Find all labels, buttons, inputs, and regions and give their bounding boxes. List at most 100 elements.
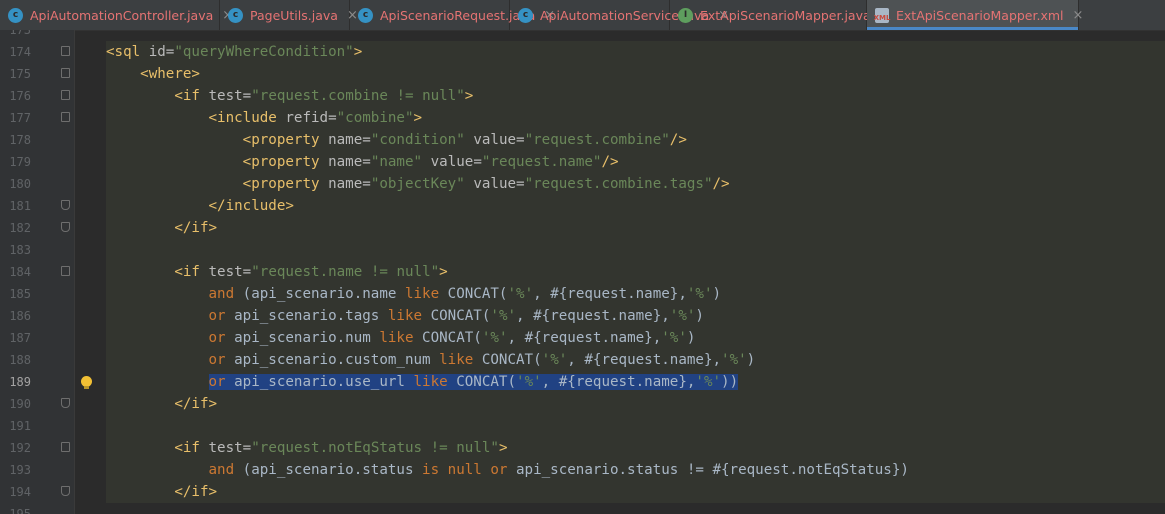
- fold-close-icon[interactable]: [61, 222, 70, 232]
- code-line[interactable]: 190 </if>: [0, 393, 1165, 415]
- code-text: or api_scenario.tags like CONCAT('%', #{…: [106, 305, 704, 327]
- code-line[interactable]: 194 </if>: [0, 481, 1165, 503]
- code-line[interactable]: 187 or api_scenario.num like CONCAT('%',…: [0, 327, 1165, 349]
- token-str: '%': [507, 286, 534, 302]
- code-line[interactable]: 173: [0, 30, 1165, 41]
- code-line[interactable]: 186 or api_scenario.tags like CONCAT('%'…: [0, 305, 1165, 327]
- code-text: <include refid="combine">: [106, 107, 423, 129]
- code-line[interactable]: 184 <if test="request.name != null">: [0, 261, 1165, 283]
- line-number: 193: [9, 463, 31, 477]
- token-attr: value=: [473, 132, 525, 148]
- code-line[interactable]: 178 <property name="condition" value="re…: [0, 129, 1165, 151]
- token-str: "request.combine.tags": [524, 176, 713, 192]
- fold-close-icon[interactable]: [61, 398, 70, 408]
- token-kw: or: [208, 308, 226, 324]
- line-number: 173: [9, 30, 31, 37]
- line-number: 195: [9, 507, 31, 514]
- code-line[interactable]: 189 or api_scenario.use_url like CONCAT(…: [0, 371, 1165, 393]
- code-text: or api_scenario.use_url like CONCAT('%',…: [106, 371, 739, 393]
- tab-pageutils-java[interactable]: c PageUtils.java ×: [220, 0, 358, 30]
- token-text: ): [695, 308, 704, 324]
- code-line[interactable]: 176 <if test="request.combine != null">: [0, 85, 1165, 107]
- tab-apiautomationservice-java[interactable]: c ApiAutomationService.java ×: [510, 0, 729, 30]
- fold-open-icon[interactable]: [61, 46, 70, 56]
- token-str: "objectKey": [370, 176, 465, 192]
- line-number: 174: [9, 45, 31, 59]
- code-text: and (api_scenario.status is null or api_…: [106, 459, 909, 481]
- token-tag: />: [712, 176, 730, 192]
- token-text: ): [712, 286, 722, 302]
- code-line[interactable]: 191: [0, 415, 1165, 437]
- token-text: , #{request.name},: [533, 286, 687, 302]
- token-str: '%': [516, 374, 542, 390]
- fold-open-icon[interactable]: [61, 90, 70, 100]
- tab-extapiscenariomapper-java[interactable]: IExtApiScenarioMapper.java×: [670, 0, 891, 30]
- token-tag: <include: [208, 110, 286, 126]
- code-line[interactable]: 177 <include refid="combine">: [0, 107, 1165, 129]
- code-line[interactable]: 174 <sql id="queryWhereCondition">: [0, 41, 1165, 63]
- token-attr: test=: [208, 440, 252, 456]
- code-line[interactable]: 180 <property name="objectKey" value="re…: [0, 173, 1165, 195]
- code-line[interactable]: 193 and (api_scenario.status is null or …: [0, 459, 1165, 481]
- token-kw: is null or: [422, 462, 508, 478]
- code-text: </if>: [106, 217, 217, 239]
- token-text: CONCAT(: [447, 374, 517, 390]
- tab-apiscenariorequest-java[interactable]: c ApiScenarioRequest.java ×: [350, 0, 555, 30]
- code-text: </include>: [106, 195, 294, 217]
- line-number: 190: [9, 397, 31, 411]
- fold-open-icon[interactable]: [61, 68, 70, 78]
- token-kw: like: [387, 308, 423, 324]
- xml-file-icon: XML: [874, 7, 890, 23]
- token-kw: like: [439, 352, 474, 368]
- code-line[interactable]: 185 and (api_scenario.name like CONCAT('…: [0, 283, 1165, 305]
- fold-open-icon[interactable]: [61, 442, 70, 452]
- token-attr: refid=: [285, 110, 337, 126]
- close-icon[interactable]: ×: [1073, 8, 1084, 23]
- code-line[interactable]: 175 <where>: [0, 63, 1165, 85]
- token-attr: id=: [148, 44, 175, 60]
- fold-close-icon[interactable]: [61, 200, 70, 210]
- code-line[interactable]: 182 </if>: [0, 217, 1165, 239]
- token-str: '%': [695, 374, 722, 390]
- token-text: (api_scenario.status: [234, 462, 423, 478]
- code-line[interactable]: 188 or api_scenario.custom_num like CONC…: [0, 349, 1165, 371]
- token-kw: like: [404, 286, 440, 302]
- fold-open-icon[interactable]: [61, 112, 70, 122]
- code-editor[interactable]: 173 174 <sql id="queryWhereCondition"> 175 …: [0, 30, 1165, 514]
- code-line[interactable]: 195: [0, 503, 1165, 514]
- fold-close-icon[interactable]: [61, 486, 70, 496]
- line-number: 178: [9, 133, 31, 147]
- token-tag: </if>: [174, 220, 218, 236]
- token-kw: and: [208, 462, 235, 478]
- token-text: , #{request.name},: [541, 374, 696, 390]
- tab-extapiscenariomapper-xml[interactable]: XML ExtApiScenarioMapper.xml ×: [867, 0, 1083, 30]
- token-str: "request.combine != null": [251, 88, 465, 104]
- token-str: '%': [490, 308, 517, 324]
- line-number: 184: [9, 265, 31, 279]
- token-kw: or: [208, 374, 226, 390]
- token-tag: <property: [242, 132, 329, 148]
- code-line[interactable]: 192 <if test="request.notEqStatus != nul…: [0, 437, 1165, 459]
- fold-open-icon[interactable]: [61, 266, 70, 276]
- tab-apiautomationcontroller-java[interactable]: cApiAutomationController.java×: [0, 0, 233, 30]
- code-line[interactable]: 181 </include>: [0, 195, 1165, 217]
- token-text: (api_scenario.name: [234, 286, 405, 302]
- token-tag: <sql: [106, 44, 149, 60]
- editor-tab-bar: c ApiAutomationController.java × c PageUtils…: [0, 0, 1165, 31]
- line-number: 194: [9, 485, 31, 499]
- token-tag: <property: [242, 176, 329, 192]
- intention-bulb-icon[interactable]: [81, 376, 92, 389]
- code-line[interactable]: 179 <property name="name" value="request…: [0, 151, 1165, 173]
- class-icon: c: [518, 7, 533, 23]
- token-kw: like: [379, 330, 414, 346]
- token-str: '%': [661, 330, 687, 346]
- code-line[interactable]: 183: [0, 239, 1165, 261]
